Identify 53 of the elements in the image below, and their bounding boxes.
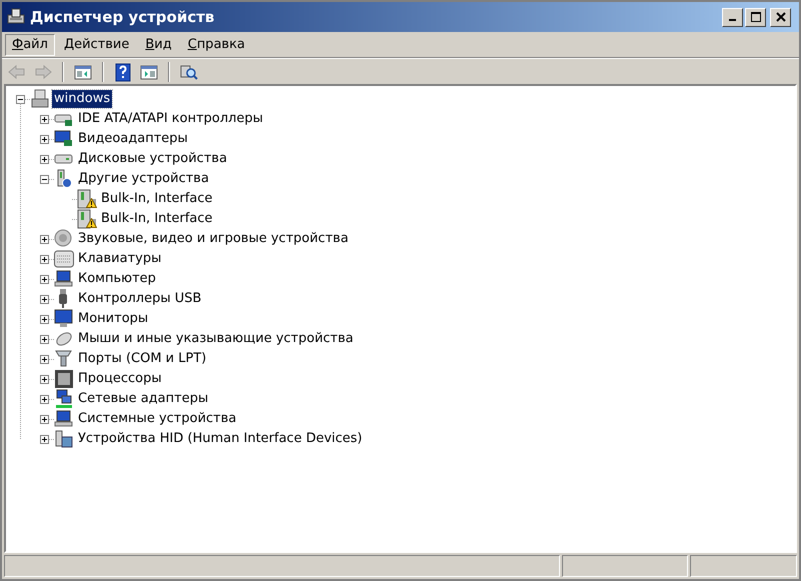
expand-box[interactable]: [40, 394, 49, 404]
tree-item[interactable]: Компьютер: [76, 270, 158, 288]
expand-box[interactable]: [40, 274, 49, 284]
expand-box[interactable]: [40, 114, 49, 124]
computer-icon: [54, 409, 74, 429]
expand-box[interactable]: [40, 294, 49, 304]
minimize-button[interactable]: [722, 8, 743, 26]
close-button[interactable]: [770, 8, 791, 26]
hid-icon: [54, 429, 74, 449]
expand-box[interactable]: [40, 234, 49, 244]
tree-item[interactable]: Звуковые, видео и игровые устройства: [76, 230, 350, 248]
expand-box[interactable]: [40, 374, 49, 384]
tree-item[interactable]: Другие устройства: [76, 170, 211, 188]
minimize-icon: [729, 19, 736, 21]
tree-item[interactable]: Видеоадаптеры: [76, 130, 190, 148]
tree-item[interactable]: Сетевые адаптеры: [76, 390, 210, 408]
keyboard-icon: [54, 249, 74, 269]
expand-box[interactable]: [40, 414, 49, 424]
tree-item[interactable]: windows: [52, 90, 112, 108]
menu-item[interactable]: Вид: [138, 34, 179, 56]
menu-item[interactable]: Справка: [180, 34, 252, 56]
expand-box[interactable]: [40, 134, 49, 144]
window-title: Диспетчер устройств: [30, 6, 216, 28]
maximize-icon: [750, 12, 760, 22]
computer-icon: [54, 269, 74, 289]
expand-box[interactable]: [40, 334, 49, 344]
tree-item[interactable]: Клавиатуры: [76, 250, 164, 268]
tree-item[interactable]: Порты (COM и LPT): [76, 350, 208, 368]
tree-item[interactable]: Bulk-In, Interface: [99, 190, 215, 208]
menu-item[interactable]: Действие: [56, 34, 136, 56]
tree-item[interactable]: Дисковые устройства: [76, 150, 230, 168]
expand-box[interactable]: [40, 354, 49, 364]
close-icon: [776, 12, 786, 22]
expand-box[interactable]: [40, 254, 49, 264]
tree-item[interactable]: Контроллеры USB: [76, 290, 204, 308]
computer-icon: [30, 89, 50, 109]
collapse-box[interactable]: [16, 94, 25, 104]
expand-box[interactable]: [40, 434, 49, 444]
tree-item[interactable]: Процессоры: [76, 370, 164, 388]
maximize-button[interactable]: [745, 8, 766, 26]
tree-item[interactable]: Мониторы: [76, 310, 150, 328]
monitor-icon: [54, 129, 74, 149]
tree-item[interactable]: Устройства HID (Human Interface Devices): [76, 430, 364, 448]
expand-box[interactable]: [40, 154, 49, 164]
menu-item[interactable]: Файл: [5, 34, 55, 56]
tree-item[interactable]: Мыши и иные указывающие устройства: [76, 330, 356, 348]
tree-item[interactable]: Bulk-In, Interface: [99, 210, 215, 228]
expand-box[interactable]: [40, 314, 49, 324]
network-icon: [54, 389, 74, 409]
tree-item[interactable]: Системные устройства: [76, 410, 238, 428]
port-icon: [54, 349, 74, 369]
collapse-box[interactable]: [40, 174, 49, 184]
tree-item[interactable]: IDE ATA/ATAPI контроллеры: [76, 110, 266, 128]
